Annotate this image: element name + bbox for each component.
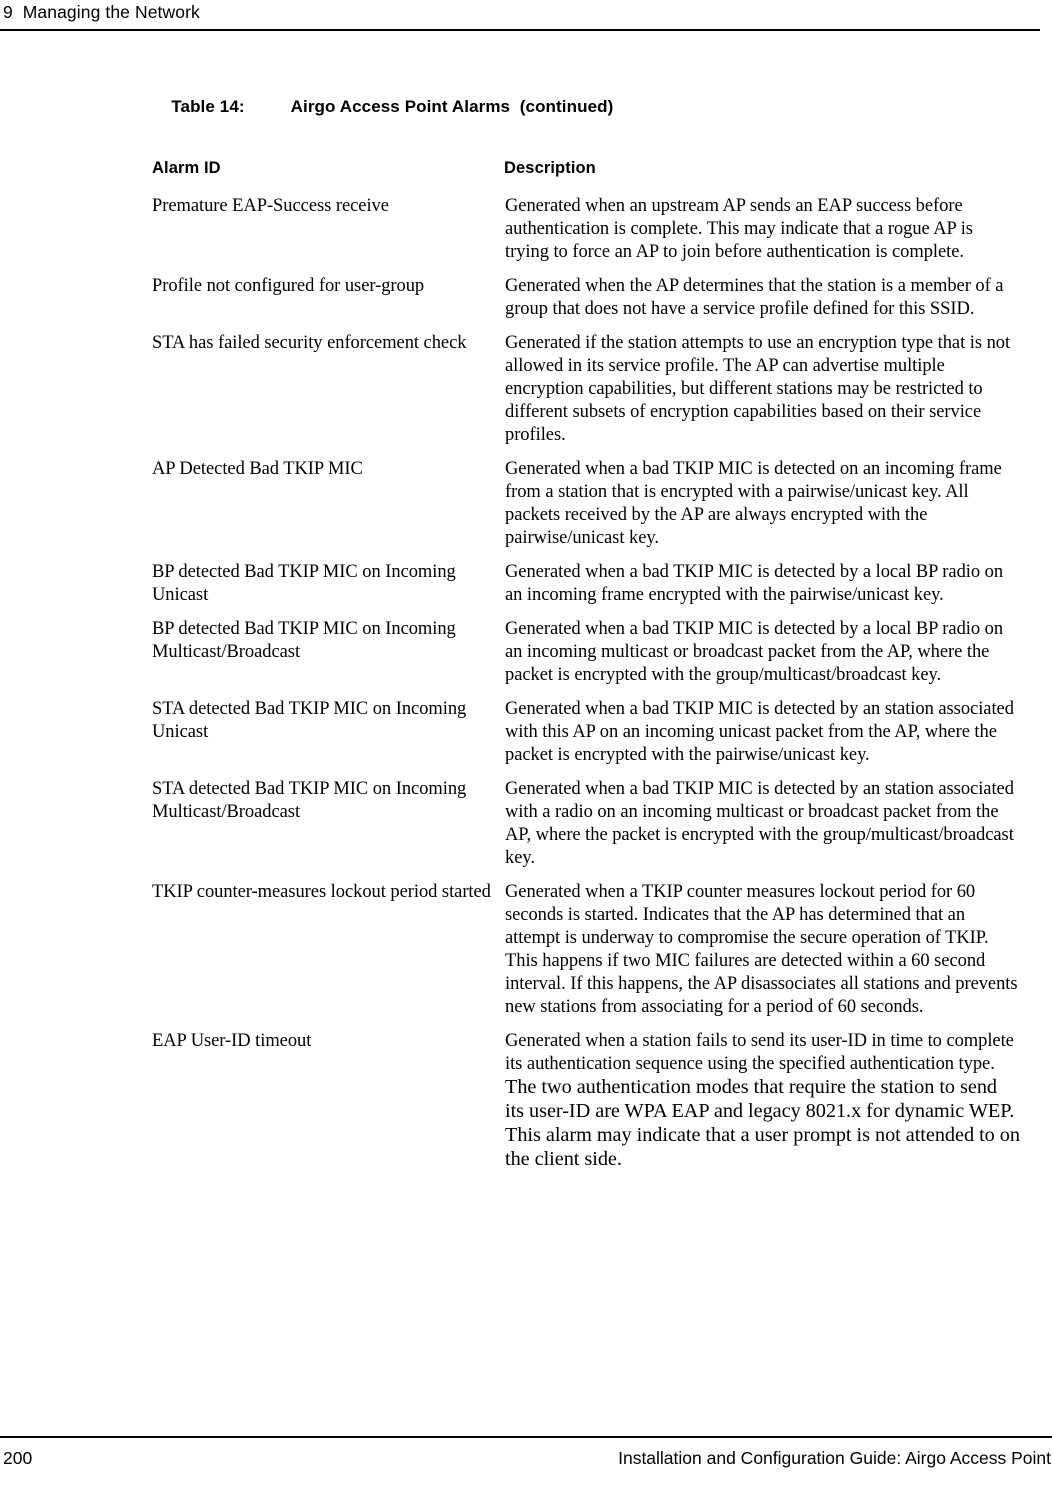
column-header-description: Description <box>504 159 596 177</box>
cell-description: Generated when a bad TKIP MIC is detecte… <box>505 459 1002 548</box>
page-footer: 200 Installation and Configuration Guide… <box>0 1436 1052 1492</box>
cell-description: Generated when a bad TKIP MIC is detecte… <box>505 699 1014 765</box>
cell-alarm-id: STA detected Bad TKIP MIC on Incoming Mu… <box>152 779 467 822</box>
table-row: AP Detected Bad TKIP MIC Generated when … <box>152 458 1022 550</box>
table-caption-label: Table 14: <box>171 97 245 116</box>
cell-alarm-id: STA detected Bad TKIP MIC on Incoming Un… <box>152 699 467 742</box>
cell-description: Generated when a TKIP counter measures l… <box>505 882 1018 1017</box>
table-row: TKIP counter-measures lockout period sta… <box>152 881 1022 1019</box>
table-row: BP detected Bad TKIP MIC on Incoming Mul… <box>152 618 1022 687</box>
cell-description: Generated when a bad TKIP MIC is detecte… <box>505 562 1004 605</box>
alarms-table: Table 14: Airgo Access Point Alarms (cont… <box>152 74 1022 1183</box>
cell-alarm-id: AP Detected Bad TKIP MIC <box>152 459 363 479</box>
table-row: Profile not configured for user-group Ge… <box>152 275 1022 321</box>
footer-divider-rule <box>0 1436 1052 1438</box>
cell-description: Generated when a station fails to send i… <box>505 1030 1021 1172</box>
cell-alarm-id: EAP User-ID timeout <box>152 1031 312 1051</box>
cell-alarm-id: Profile not configured for user-group <box>152 276 425 296</box>
table-row: Premature EAP-Success receive Generated … <box>152 195 1022 264</box>
table-body: Premature EAP-Success receive Generated … <box>152 195 1022 1172</box>
cell-alarm-id: TKIP counter-measures lockout period sta… <box>152 882 491 902</box>
column-header-alarm-id: Alarm ID <box>152 159 221 177</box>
table-row: BP detected Bad TKIP MIC on Incoming Uni… <box>152 561 1022 607</box>
cell-description-part2: The two authentication modes that requir… <box>505 1076 1020 1170</box>
table-row: STA has failed security enforcement chec… <box>152 332 1022 447</box>
cell-description: Generated if the station attempts to use… <box>505 333 1011 445</box>
cell-alarm-id: Premature EAP-Success receive <box>152 196 389 216</box>
cell-alarm-id: STA has failed security enforcement chec… <box>152 333 467 353</box>
cell-description: Generated when an upstream AP sends an E… <box>505 196 973 262</box>
cell-description: Generated when a bad TKIP MIC is detecte… <box>505 779 1014 868</box>
running-head: 9 Managing the Network <box>3 2 200 22</box>
cell-description-part1: Generated when a station fails to send i… <box>505 1031 1014 1074</box>
footer-page-number: 200 <box>3 1448 33 1468</box>
table-row: STA detected Bad TKIP MIC on Incoming Un… <box>152 698 1022 767</box>
cell-description: Generated when the AP determines that th… <box>505 276 1004 319</box>
table-row: EAP User-ID timeout Generated when a sta… <box>152 1030 1022 1172</box>
page-header: 9 Managing the Network <box>0 0 1052 36</box>
header-divider-rule <box>0 29 1040 31</box>
cell-alarm-id: BP detected Bad TKIP MIC on Incoming Mul… <box>152 619 456 662</box>
cell-description: Generated when a bad TKIP MIC is detecte… <box>505 619 1004 685</box>
table-caption: Table 14: Airgo Access Point Alarms (cont… <box>152 74 1022 140</box>
table-caption-title: Airgo Access Point Alarms (continued) <box>290 97 614 116</box>
table-column-headers: Alarm ID Description <box>152 159 1022 183</box>
cell-alarm-id: BP detected Bad TKIP MIC on Incoming Uni… <box>152 562 456 605</box>
table-row: STA detected Bad TKIP MIC on Incoming Mu… <box>152 778 1022 870</box>
footer-document-title: Installation and Configuration Guide: Ai… <box>618 1448 1051 1468</box>
